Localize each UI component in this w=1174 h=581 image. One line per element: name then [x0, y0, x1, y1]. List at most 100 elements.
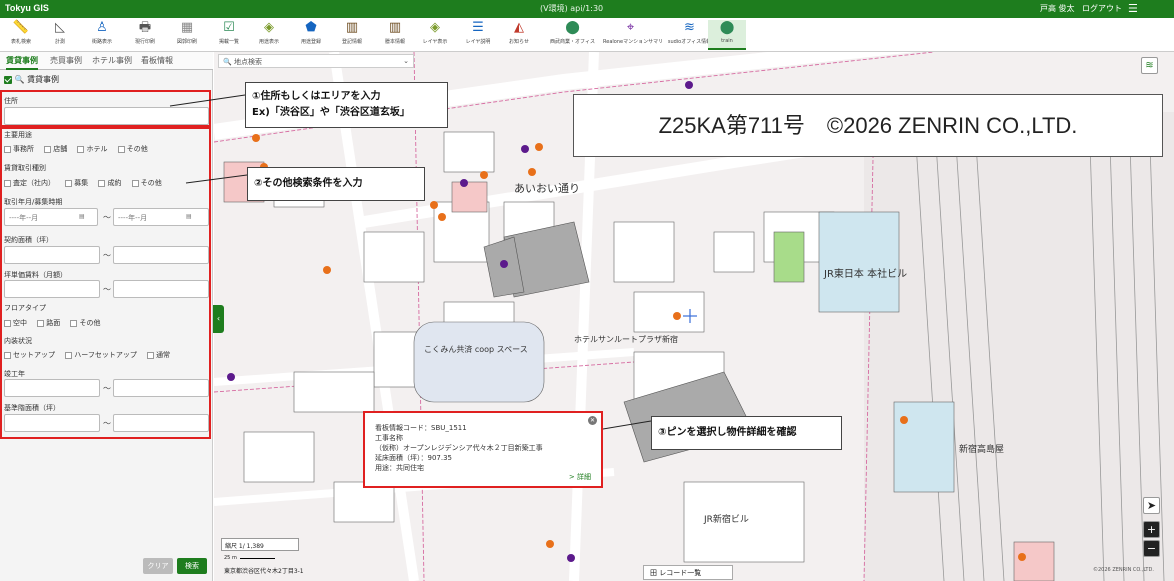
unit-price-max-input[interactable] [113, 280, 209, 298]
checkbox[interactable] [4, 145, 11, 153]
toolbar-button-2[interactable]: ♙ 街路表示 [83, 20, 121, 50]
hamburger-menu-icon[interactable]: ☰ [1128, 2, 1138, 15]
map-pin-orange[interactable] [673, 312, 681, 320]
section-checkbox[interactable] [4, 75, 12, 84]
map-pin-purple[interactable] [227, 373, 235, 381]
checkbox[interactable] [131, 179, 139, 187]
map-pin-orange[interactable] [438, 213, 446, 221]
close-icon[interactable]: ✕ [588, 416, 597, 425]
toolbar-button-16[interactable]: ⬤ train [708, 20, 746, 50]
usage-option-hotel[interactable]: ホテル [77, 144, 107, 154]
map-pin-orange[interactable] [900, 416, 908, 424]
zoom-out-button[interactable]: − [1143, 540, 1160, 557]
period-to-input[interactable]: ----年--月 [113, 208, 209, 226]
checkbox[interactable] [77, 145, 85, 153]
zoom-in-button[interactable]: + [1143, 521, 1160, 538]
map-pin-purple[interactable] [685, 81, 693, 89]
completion-year-max-input[interactable] [113, 379, 209, 397]
navigate-icon[interactable]: ➤ [1143, 497, 1160, 514]
building-label: JR新宿ビル [703, 513, 749, 525]
floor-type-option-aerial[interactable]: 空中 [4, 318, 27, 328]
toolbar-button-8[interactable]: ▥ 登記情報 [333, 20, 371, 50]
txn-option-appraisal[interactable]: 査定（社内） [4, 178, 55, 188]
chevron-down-icon[interactable]: ⌄ [403, 57, 409, 65]
tab-sale-cases[interactable]: 売買事例 [50, 55, 82, 66]
checkbox[interactable] [147, 351, 155, 359]
interior-option-normal[interactable]: 通常 [147, 350, 170, 360]
interior-option-half-setup[interactable]: ハーフセットアップ [65, 350, 137, 360]
map-pin-orange[interactable] [546, 540, 554, 548]
toolbar-button-11[interactable]: ☰ レイヤ説明 [459, 20, 497, 50]
map-pin-purple[interactable] [460, 179, 468, 187]
txn-option-recruit[interactable]: 募集 [65, 178, 88, 188]
checkbox[interactable] [70, 319, 78, 327]
checkbox[interactable] [4, 351, 11, 359]
option-label: 募集 [74, 179, 89, 187]
popup-name-label: 工事名称 [375, 434, 403, 442]
popup-detail-link[interactable]: > 詳細 [569, 472, 591, 482]
map-pin-orange[interactable] [252, 134, 260, 142]
checkbox[interactable] [117, 145, 125, 153]
tab-rent-cases[interactable]: 賃貸事例 [6, 55, 38, 70]
toolbar-button-1[interactable]: ◺ 計測 [41, 20, 79, 50]
toolbar-button-14[interactable]: ⌖ Realoneマンションサマリ [603, 20, 663, 50]
checkbox[interactable] [4, 319, 11, 327]
calendar-icon[interactable]: ▤ [186, 213, 192, 220]
toolbar-button-12[interactable]: ◭ お知らせ [500, 20, 538, 50]
option-label: 成約 [107, 179, 122, 187]
base-area-min-input[interactable] [4, 414, 100, 432]
logout-link[interactable]: ログアウト [1082, 3, 1122, 14]
map-pin-orange[interactable] [528, 168, 536, 176]
map-pin-orange[interactable] [535, 143, 543, 151]
floor-type-option-street[interactable]: 路面 [37, 318, 60, 328]
option-label: 路面 [46, 319, 61, 327]
interior-option-setup[interactable]: セットアップ [4, 350, 55, 360]
floor-type-option-other[interactable]: その他 [70, 318, 100, 328]
toolbar-button-4[interactable]: ▦ 図郭印刷 [168, 20, 206, 50]
toolbar-button-10[interactable]: ◈ レイヤ表示 [416, 20, 454, 50]
checkbox[interactable] [4, 179, 11, 187]
checkbox[interactable] [37, 319, 45, 327]
map-pin-purple[interactable] [500, 260, 508, 268]
checkbox[interactable] [65, 179, 73, 187]
unit-price-min-input[interactable] [4, 280, 100, 298]
map-pin-purple[interactable] [521, 145, 529, 153]
toolbar-button-5[interactable]: ☑ 掲載一覧 [210, 20, 248, 50]
train-icon: ⬤ [719, 20, 735, 35]
clear-button[interactable]: クリア [143, 558, 173, 574]
tab-hotel-cases[interactable]: ホテル事例 [92, 55, 132, 66]
toolbar-button-6[interactable]: ◈ 用途表示 [250, 20, 288, 50]
toolbar-button-3[interactable]: 🖶 現行印刷 [126, 20, 164, 50]
scale-selector[interactable]: 縮尺 1/ 1,389 [221, 538, 299, 551]
usage-option-office[interactable]: 事務所 [4, 144, 34, 154]
toolbar-button-7[interactable]: ⬟ 用途登録 [292, 20, 330, 50]
txn-option-other[interactable]: その他 [131, 178, 162, 188]
tab-signboard-info[interactable]: 看板情報 [141, 55, 173, 66]
completion-year-min-input[interactable] [4, 379, 100, 397]
location-search-input[interactable]: 🔍 地点検索 ⌄ [218, 54, 414, 68]
layer-switch-icon[interactable]: ≋ [1141, 57, 1158, 74]
search-button[interactable]: 検索 [177, 558, 207, 574]
usage-option-store[interactable]: 店舗 [44, 144, 67, 154]
map-pin-orange[interactable] [323, 266, 331, 274]
map-pin-orange[interactable] [480, 171, 488, 179]
base-area-max-input[interactable] [113, 414, 209, 432]
map-pin-orange[interactable] [430, 201, 438, 209]
toolbar-button-13[interactable]: ⬤ 西武商業・オフィス [545, 20, 600, 50]
record-list-button[interactable]: 田 レコード一覧 [643, 565, 733, 580]
usage-option-other[interactable]: その他 [117, 144, 148, 154]
checkbox[interactable] [98, 179, 106, 187]
contract-area-max-input[interactable] [113, 246, 209, 264]
toolbar-button-0[interactable]: 📏 表札検索 [2, 20, 40, 50]
contract-area-min-input[interactable] [4, 246, 100, 264]
address-input[interactable] [4, 107, 209, 125]
calendar-icon[interactable]: ▤ [79, 213, 85, 220]
checkbox[interactable] [65, 351, 73, 359]
txn-option-contracted[interactable]: 成約 [98, 178, 121, 188]
map-pin-orange[interactable] [1018, 553, 1026, 561]
checkbox[interactable] [44, 145, 52, 153]
popup-code: 看板情報コード：SBU_1511 [375, 424, 467, 432]
toolbar-button-9[interactable]: ▥ 謄本情報 [376, 20, 414, 50]
panel-collapse-toggle[interactable]: ‹ [213, 305, 224, 333]
map-pin-purple[interactable] [567, 554, 575, 562]
